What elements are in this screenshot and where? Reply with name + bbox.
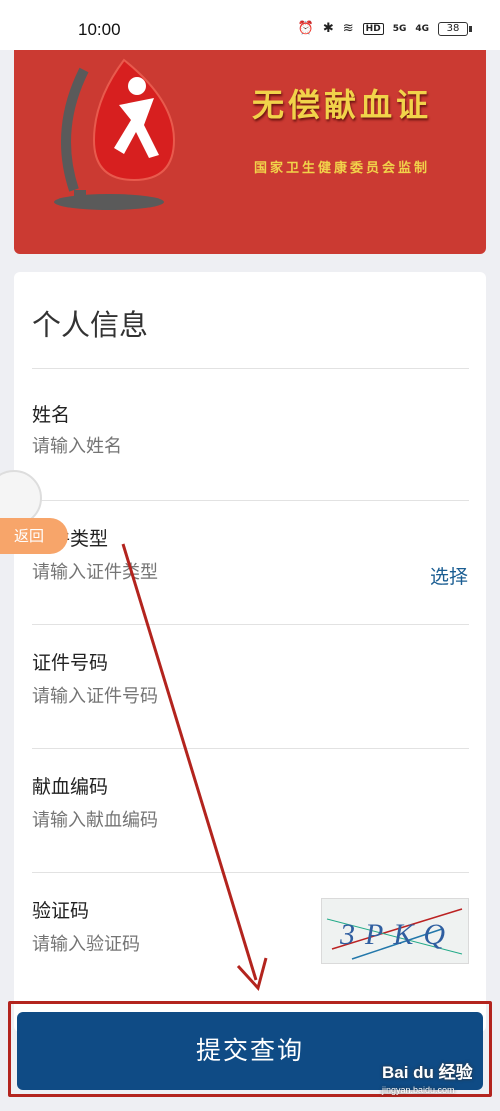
id-number-label: 证件号码	[32, 652, 109, 674]
bluetooth-icon: ✱	[322, 21, 334, 36]
captcha-image[interactable]: 3PKQ	[321, 898, 469, 964]
captcha-label: 验证码	[32, 900, 90, 922]
divider	[32, 500, 469, 501]
captcha-text: 3PKQ	[339, 918, 455, 951]
donation-code-input[interactable]	[32, 810, 332, 831]
status-icons: ⏰ ✱ ≋ HD 5G 4G 38	[297, 21, 472, 36]
watermark-url: jingyan.baidu.com	[382, 1085, 455, 1095]
divider	[32, 624, 469, 625]
alarm-icon: ⏰	[297, 21, 314, 36]
banner-subtitle: 国家卫生健康委员会监制	[253, 161, 430, 176]
signal-5g-icon: 5G	[392, 23, 407, 34]
id-type-input[interactable]	[32, 562, 332, 583]
status-bar: 10:00 ⏰ ✱ ≋ HD 5G 4G 38	[0, 0, 500, 50]
status-time: 10:00	[78, 20, 121, 39]
blood-donation-banner: 无偿献血证 国家卫生健康委员会监制	[14, 50, 486, 254]
id-type-select-button[interactable]: 选择	[430, 562, 468, 589]
hd-icon: HD	[362, 22, 384, 35]
divider	[32, 748, 469, 749]
baidu-watermark: Bai du 经验 jingyan.baidu.com	[382, 1058, 473, 1095]
wifi-icon: ≋	[342, 21, 354, 36]
watermark-brand: Bai du 经验	[382, 1063, 473, 1082]
section-title: 个人信息	[32, 308, 149, 342]
name-label: 姓名	[32, 404, 71, 426]
divider	[32, 368, 469, 369]
battery-icon: 38	[438, 21, 472, 36]
personal-info-card: 个人信息 姓名 证件类型 选择 证件号码 献血编码 验证码 3PKQ	[14, 272, 486, 1032]
back-button[interactable]: 返回	[0, 518, 68, 554]
divider	[32, 872, 469, 873]
name-input[interactable]	[32, 436, 332, 457]
id-number-input[interactable]	[32, 686, 332, 707]
captcha-input[interactable]	[32, 934, 292, 955]
donation-code-label: 献血编码	[32, 776, 109, 798]
signal-4g-icon: 4G	[415, 23, 429, 34]
banner-title: 无偿献血证	[251, 86, 432, 124]
